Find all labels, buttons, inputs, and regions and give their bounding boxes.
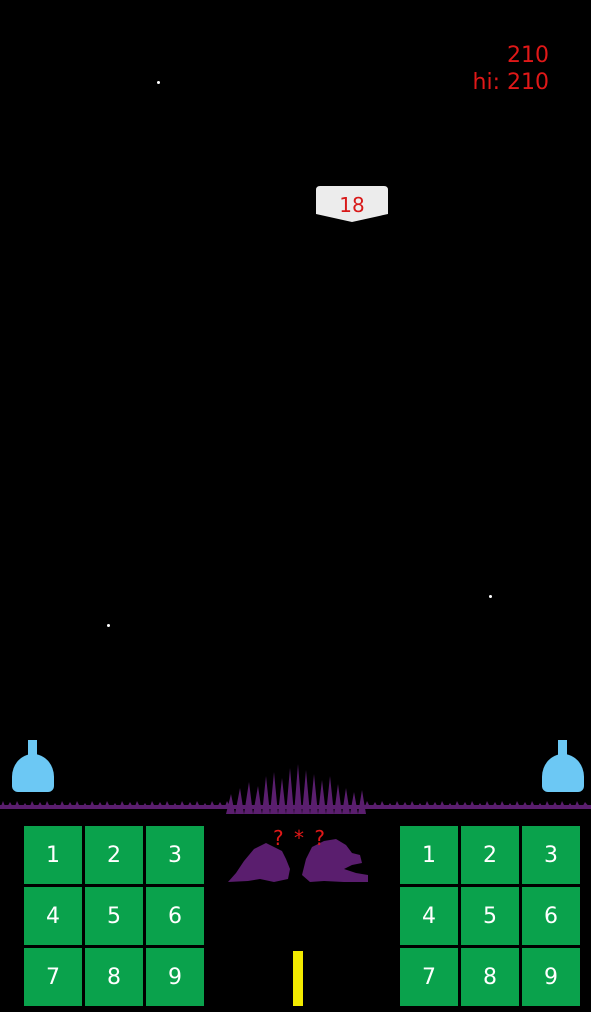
right-key-8[interactable]: 8: [461, 948, 519, 1006]
left-key-4[interactable]: 4: [24, 887, 82, 945]
star: [489, 595, 492, 598]
left-cannon-base: [12, 754, 54, 792]
right-cannon: [541, 738, 585, 792]
left-cannon: [11, 738, 55, 792]
left-key-7[interactable]: 7: [24, 948, 82, 1006]
left-key-3[interactable]: 3: [146, 826, 204, 884]
left-keypad: 123 456 789: [24, 826, 204, 1006]
left-key-9[interactable]: 9: [146, 948, 204, 1006]
star: [157, 81, 160, 84]
right-key-5[interactable]: 5: [461, 887, 519, 945]
right-key-3[interactable]: 3: [522, 826, 580, 884]
timer-bar: [293, 951, 303, 1006]
score-label: 210: [507, 43, 549, 68]
equation-prompt: ? * ?: [273, 826, 327, 850]
star: [107, 624, 110, 627]
left-key-6[interactable]: 6: [146, 887, 204, 945]
left-key-2[interactable]: 2: [85, 826, 143, 884]
purple-spikes: [226, 764, 371, 814]
right-key-1[interactable]: 1: [400, 826, 458, 884]
left-key-5[interactable]: 5: [85, 887, 143, 945]
right-key-2[interactable]: 2: [461, 826, 519, 884]
right-key-4[interactable]: 4: [400, 887, 458, 945]
falling-target: 18: [316, 186, 388, 222]
right-key-9[interactable]: 9: [522, 948, 580, 1006]
target-value: 18: [339, 193, 365, 217]
left-key-8[interactable]: 8: [85, 948, 143, 1006]
left-key-1[interactable]: 1: [24, 826, 82, 884]
right-cannon-base: [542, 754, 584, 792]
hiscore-label: hi: 210: [472, 70, 549, 95]
right-key-7[interactable]: 7: [400, 948, 458, 1006]
right-keypad: 123 456 789: [400, 826, 580, 1006]
right-key-6[interactable]: 6: [522, 887, 580, 945]
